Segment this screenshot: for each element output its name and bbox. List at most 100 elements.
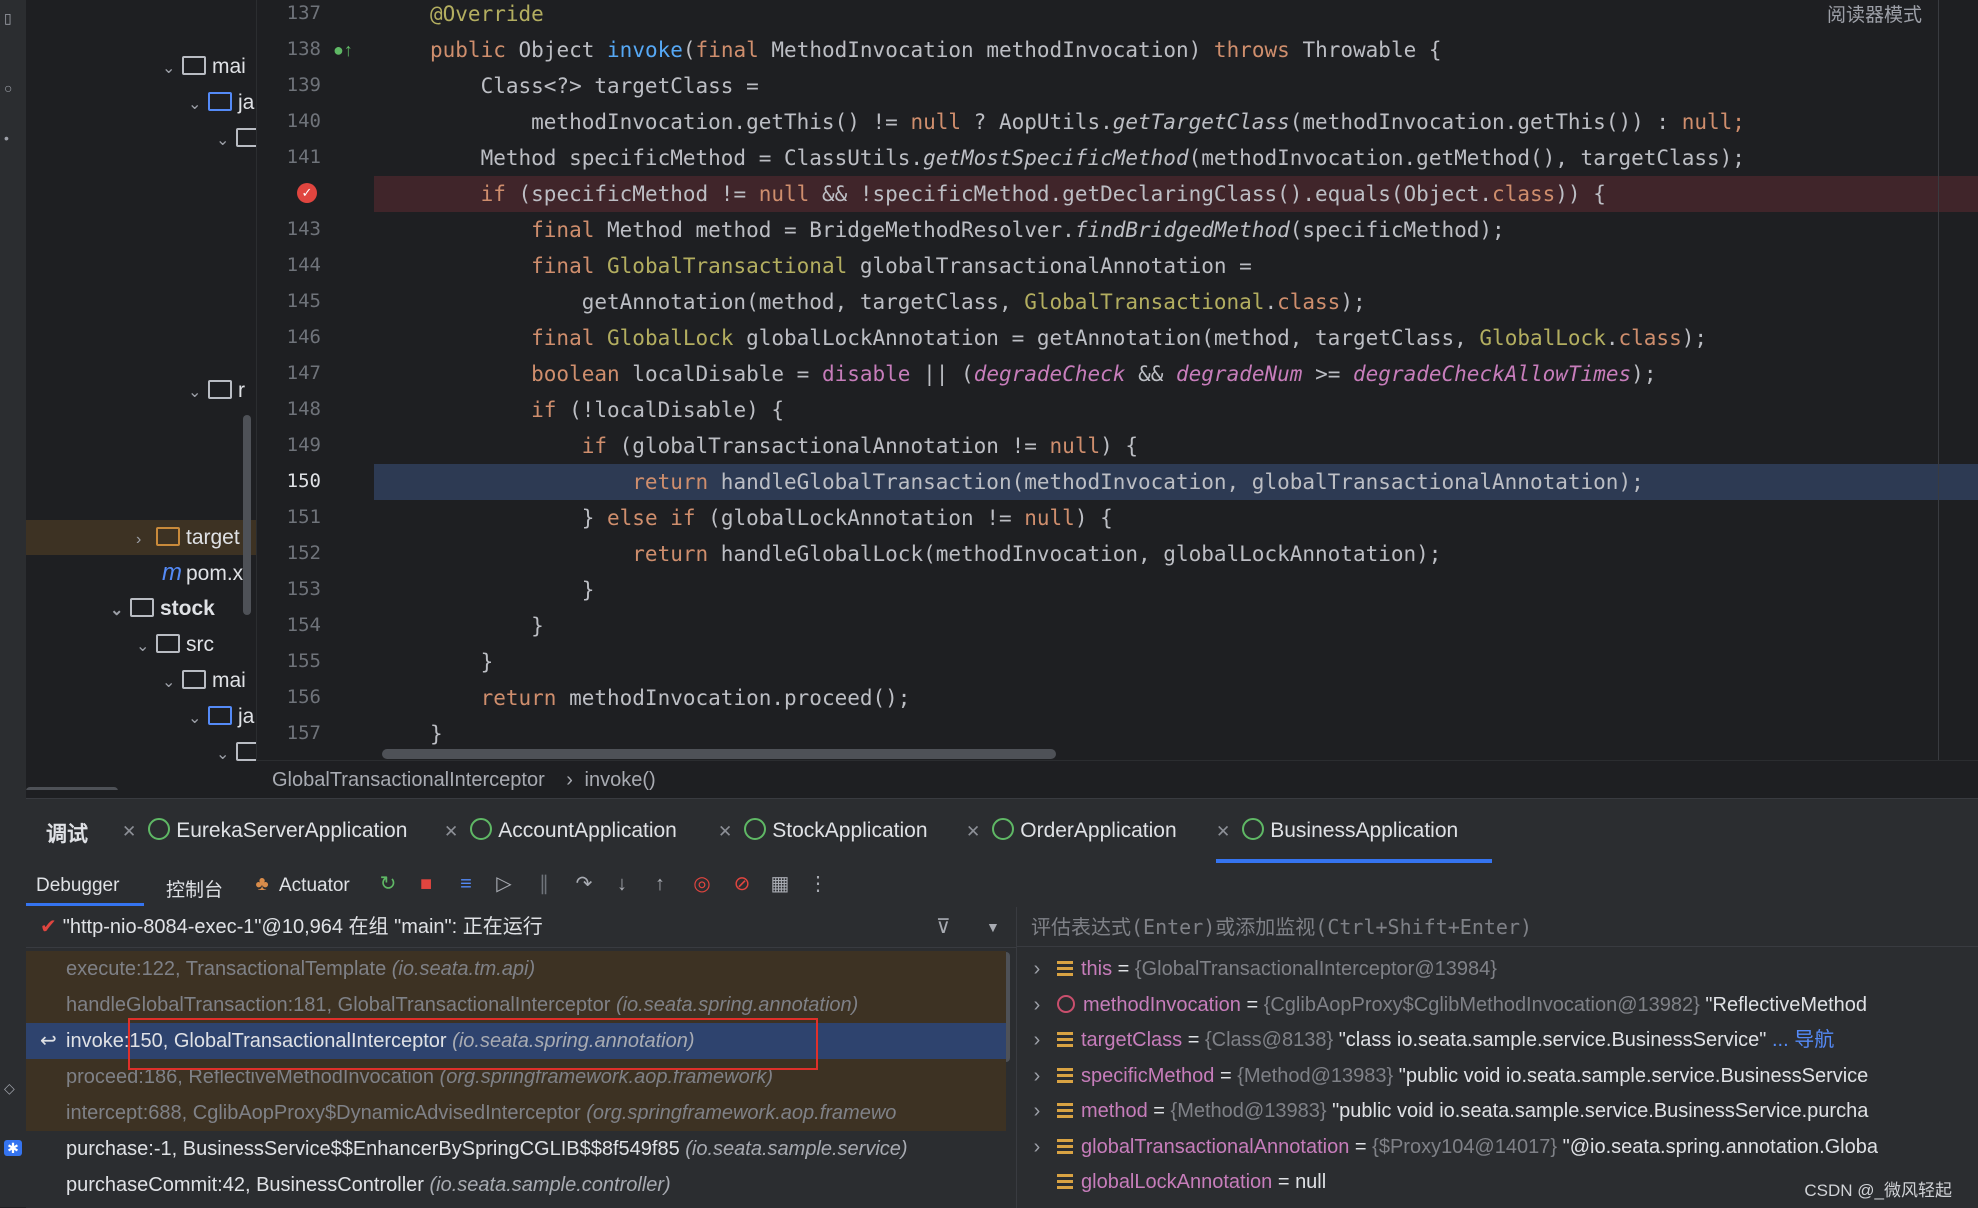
tree-item[interactable]: ⌄ ja bbox=[188, 88, 254, 118]
code-line[interactable]: } bbox=[374, 716, 1978, 752]
code-line[interactable]: if (!localDisable) { bbox=[374, 392, 1978, 428]
stop-icon[interactable]: ■ bbox=[414, 872, 438, 896]
code-line-execution-point[interactable]: return handleGlobalTransaction(methodInv… bbox=[374, 464, 1978, 500]
code-line[interactable]: getAnnotation(method, targetClass, Globa… bbox=[374, 284, 1978, 320]
breadcrumb-method[interactable]: invoke() bbox=[585, 769, 656, 791]
resume-icon[interactable]: ▷ bbox=[492, 872, 516, 896]
folder-icon bbox=[182, 56, 206, 75]
more-icon[interactable]: • bbox=[4, 130, 20, 146]
evaluate-icon[interactable]: ▦ bbox=[768, 872, 792, 896]
chevron-down-icon[interactable]: ▼ bbox=[986, 907, 1000, 947]
code-line[interactable]: Method specificMethod = ClassUtils.getMo… bbox=[374, 140, 1978, 176]
step-over-icon[interactable]: ↷ bbox=[572, 872, 596, 896]
code-token: null bbox=[758, 182, 822, 206]
services-icon[interactable]: ◇ bbox=[4, 1080, 20, 1096]
step-into-icon[interactable]: ↓ bbox=[610, 872, 634, 896]
view-breakpoints-icon[interactable]: ◎ bbox=[690, 872, 714, 896]
chevron-right-icon[interactable]: › bbox=[1017, 1022, 1057, 1058]
tree-item[interactable]: ⌄ mai bbox=[162, 666, 246, 696]
code-line[interactable]: } bbox=[374, 644, 1978, 680]
tree-vertical-scrollbar[interactable] bbox=[243, 415, 251, 615]
editor-horizontal-scrollbar[interactable] bbox=[382, 749, 1056, 759]
code-line[interactable]: public Object invoke(final MethodInvocat… bbox=[374, 32, 1978, 68]
project-icon[interactable]: ▯ bbox=[4, 10, 20, 26]
debugger-tab[interactable]: Debugger bbox=[36, 875, 119, 897]
tree-item[interactable]: ⌄ bbox=[216, 124, 256, 154]
code-token: GlobalTransactional bbox=[1024, 290, 1265, 314]
debug-tool-icon[interactable]: ✱ bbox=[4, 1140, 22, 1156]
code-line[interactable]: @Override bbox=[374, 0, 1978, 32]
code-line[interactable]: final GlobalTransactional globalTransact… bbox=[374, 248, 1978, 284]
code-line[interactable]: boolean localDisable = disable || (degra… bbox=[374, 356, 1978, 392]
navigate-link[interactable]: ... 导航 bbox=[1772, 1029, 1834, 1051]
tab-session-stockapplication[interactable]: ✕ StockApplication bbox=[718, 813, 928, 849]
tree-horizontal-scrollbar[interactable] bbox=[26, 787, 118, 790]
stack-frame[interactable]: intercept:688, CglibAopProxy$DynamicAdvi… bbox=[26, 1095, 1006, 1131]
code-token: Method specificMethod = ClassUtils. bbox=[430, 146, 924, 170]
more-options-icon[interactable]: ⋮ bbox=[806, 872, 830, 896]
tab-session-orderapplication[interactable]: ✕ OrderApplication bbox=[966, 813, 1177, 849]
code-token: class bbox=[1277, 290, 1341, 314]
variable-row[interactable]: › this = {GlobalTransactionalInterceptor@… bbox=[1017, 951, 1497, 987]
spring-app-icon bbox=[744, 818, 767, 840]
variable-row[interactable]: › globalTransactionalAnnotation = {$Proxy… bbox=[1017, 1129, 1878, 1165]
code-line[interactable]: } bbox=[374, 608, 1978, 644]
evaluate-expression-input[interactable]: 评估表达式(Enter)或添加监视(Ctrl+Shift+Enter) bbox=[1017, 907, 1978, 947]
code-line[interactable]: } bbox=[374, 572, 1978, 608]
code-line-breakpoint[interactable]: if (specificMethod != null && !specificM… bbox=[374, 176, 1978, 212]
tree-item-src[interactable]: ⌄ src bbox=[136, 630, 214, 660]
filter-icon[interactable]: ⊽ bbox=[936, 907, 951, 947]
pause-icon[interactable]: ∥ bbox=[532, 872, 556, 896]
tree-item-target[interactable]: › target bbox=[136, 523, 240, 553]
close-icon[interactable]: ✕ bbox=[718, 822, 732, 841]
show-execution-point-icon[interactable]: ≡ bbox=[454, 872, 478, 896]
variable-row[interactable]: › targetClass = {Class@8138} "class io.se… bbox=[1017, 1022, 1835, 1058]
variable-row[interactable]: › method = {Method@13983} "public void io… bbox=[1017, 1093, 1869, 1129]
close-icon[interactable]: ✕ bbox=[122, 822, 136, 841]
code-line[interactable]: return handleGlobalLock(methodInvocation… bbox=[374, 536, 1978, 572]
structure-icon[interactable]: ○ bbox=[4, 80, 20, 96]
chevron-right-icon[interactable]: › bbox=[1017, 1129, 1057, 1165]
code-line[interactable]: } else if (globalLockAnnotation != null)… bbox=[374, 500, 1978, 536]
chevron-right-icon[interactable]: › bbox=[1017, 1058, 1057, 1094]
tree-item-pom[interactable]: m pom.xı bbox=[162, 558, 249, 588]
console-tab[interactable]: 控制台 bbox=[166, 875, 223, 902]
breadcrumb-class[interactable]: GlobalTransactionalInterceptor bbox=[272, 769, 545, 791]
code-line[interactable]: return methodInvocation.proceed(); bbox=[374, 680, 1978, 716]
code-line[interactable]: final Method method = BridgeMethodResolv… bbox=[374, 212, 1978, 248]
breakpoint-icon[interactable]: ✓ bbox=[297, 183, 317, 203]
rerun-icon[interactable]: ↻ bbox=[376, 872, 400, 896]
tab-session-eurekaserverapplication[interactable]: ✕ EurekaServerApplication bbox=[122, 813, 407, 849]
chevron-right-icon[interactable]: › bbox=[1017, 1093, 1057, 1129]
variable-row[interactable]: globalLockAnnotation = null bbox=[1017, 1164, 1326, 1200]
code-editor[interactable]: @Override public Object invoke(final Meth… bbox=[374, 0, 1978, 760]
reader-mode-toggle[interactable]: 阅读器模式 bbox=[1820, 0, 1928, 27]
tab-session-accountapplication[interactable]: ✕ AccountApplication bbox=[444, 813, 677, 849]
tree-item-stock[interactable]: ⌄ stock bbox=[110, 594, 215, 624]
code-line[interactable]: Class<?> targetClass = bbox=[374, 68, 1978, 104]
stack-frame[interactable]: purchase:-1, BusinessService$$EnhancerBy… bbox=[26, 1131, 1006, 1167]
close-icon[interactable]: ✕ bbox=[444, 822, 458, 841]
mute-breakpoints-icon[interactable]: ⊘ bbox=[730, 872, 754, 896]
chevron-right-icon[interactable]: › bbox=[1017, 987, 1057, 1023]
code-token: handleGlobalTransaction(methodInvocation… bbox=[720, 470, 1644, 494]
code-line[interactable]: methodInvocation.getThis() != null ? Aop… bbox=[374, 104, 1978, 140]
close-icon[interactable]: ✕ bbox=[966, 822, 980, 841]
stack-frame[interactable]: purchaseCommit:42, BusinessController (i… bbox=[26, 1167, 1006, 1203]
tree-item[interactable]: ⌄ ja bbox=[188, 702, 254, 732]
code-line[interactable]: if (globalTransactionalAnnotation != nul… bbox=[374, 428, 1978, 464]
tree-item[interactable]: ⌄ bbox=[216, 738, 256, 768]
tree-item[interactable]: ⌄ mai bbox=[162, 52, 246, 82]
stack-frame[interactable]: execute:122, TransactionalTemplate (io.s… bbox=[26, 951, 1006, 987]
close-icon[interactable]: ✕ bbox=[1216, 822, 1230, 841]
actuator-tab[interactable]: Actuator bbox=[279, 875, 350, 897]
override-icon[interactable]: ●↑ bbox=[333, 40, 353, 61]
code-line[interactable]: final GlobalLock globalLockAnnotation = … bbox=[374, 320, 1978, 356]
step-out-icon[interactable]: ↑ bbox=[648, 872, 672, 896]
thread-selector[interactable]: ✔ "http-nio-8084-exec-1"@10,964 在组 "main"… bbox=[26, 907, 1016, 948]
variable-row[interactable]: › specificMethod = {Method@13983} "public… bbox=[1017, 1058, 1869, 1094]
variable-row[interactable]: › methodInvocation = {CglibAopProxy$Cglib… bbox=[1017, 987, 1867, 1023]
tree-item[interactable]: ⌄ r bbox=[188, 376, 245, 406]
chevron-right-icon[interactable]: › bbox=[1017, 951, 1057, 987]
tab-session-businessapplication[interactable]: ✕ BusinessApplication bbox=[1216, 813, 1458, 849]
